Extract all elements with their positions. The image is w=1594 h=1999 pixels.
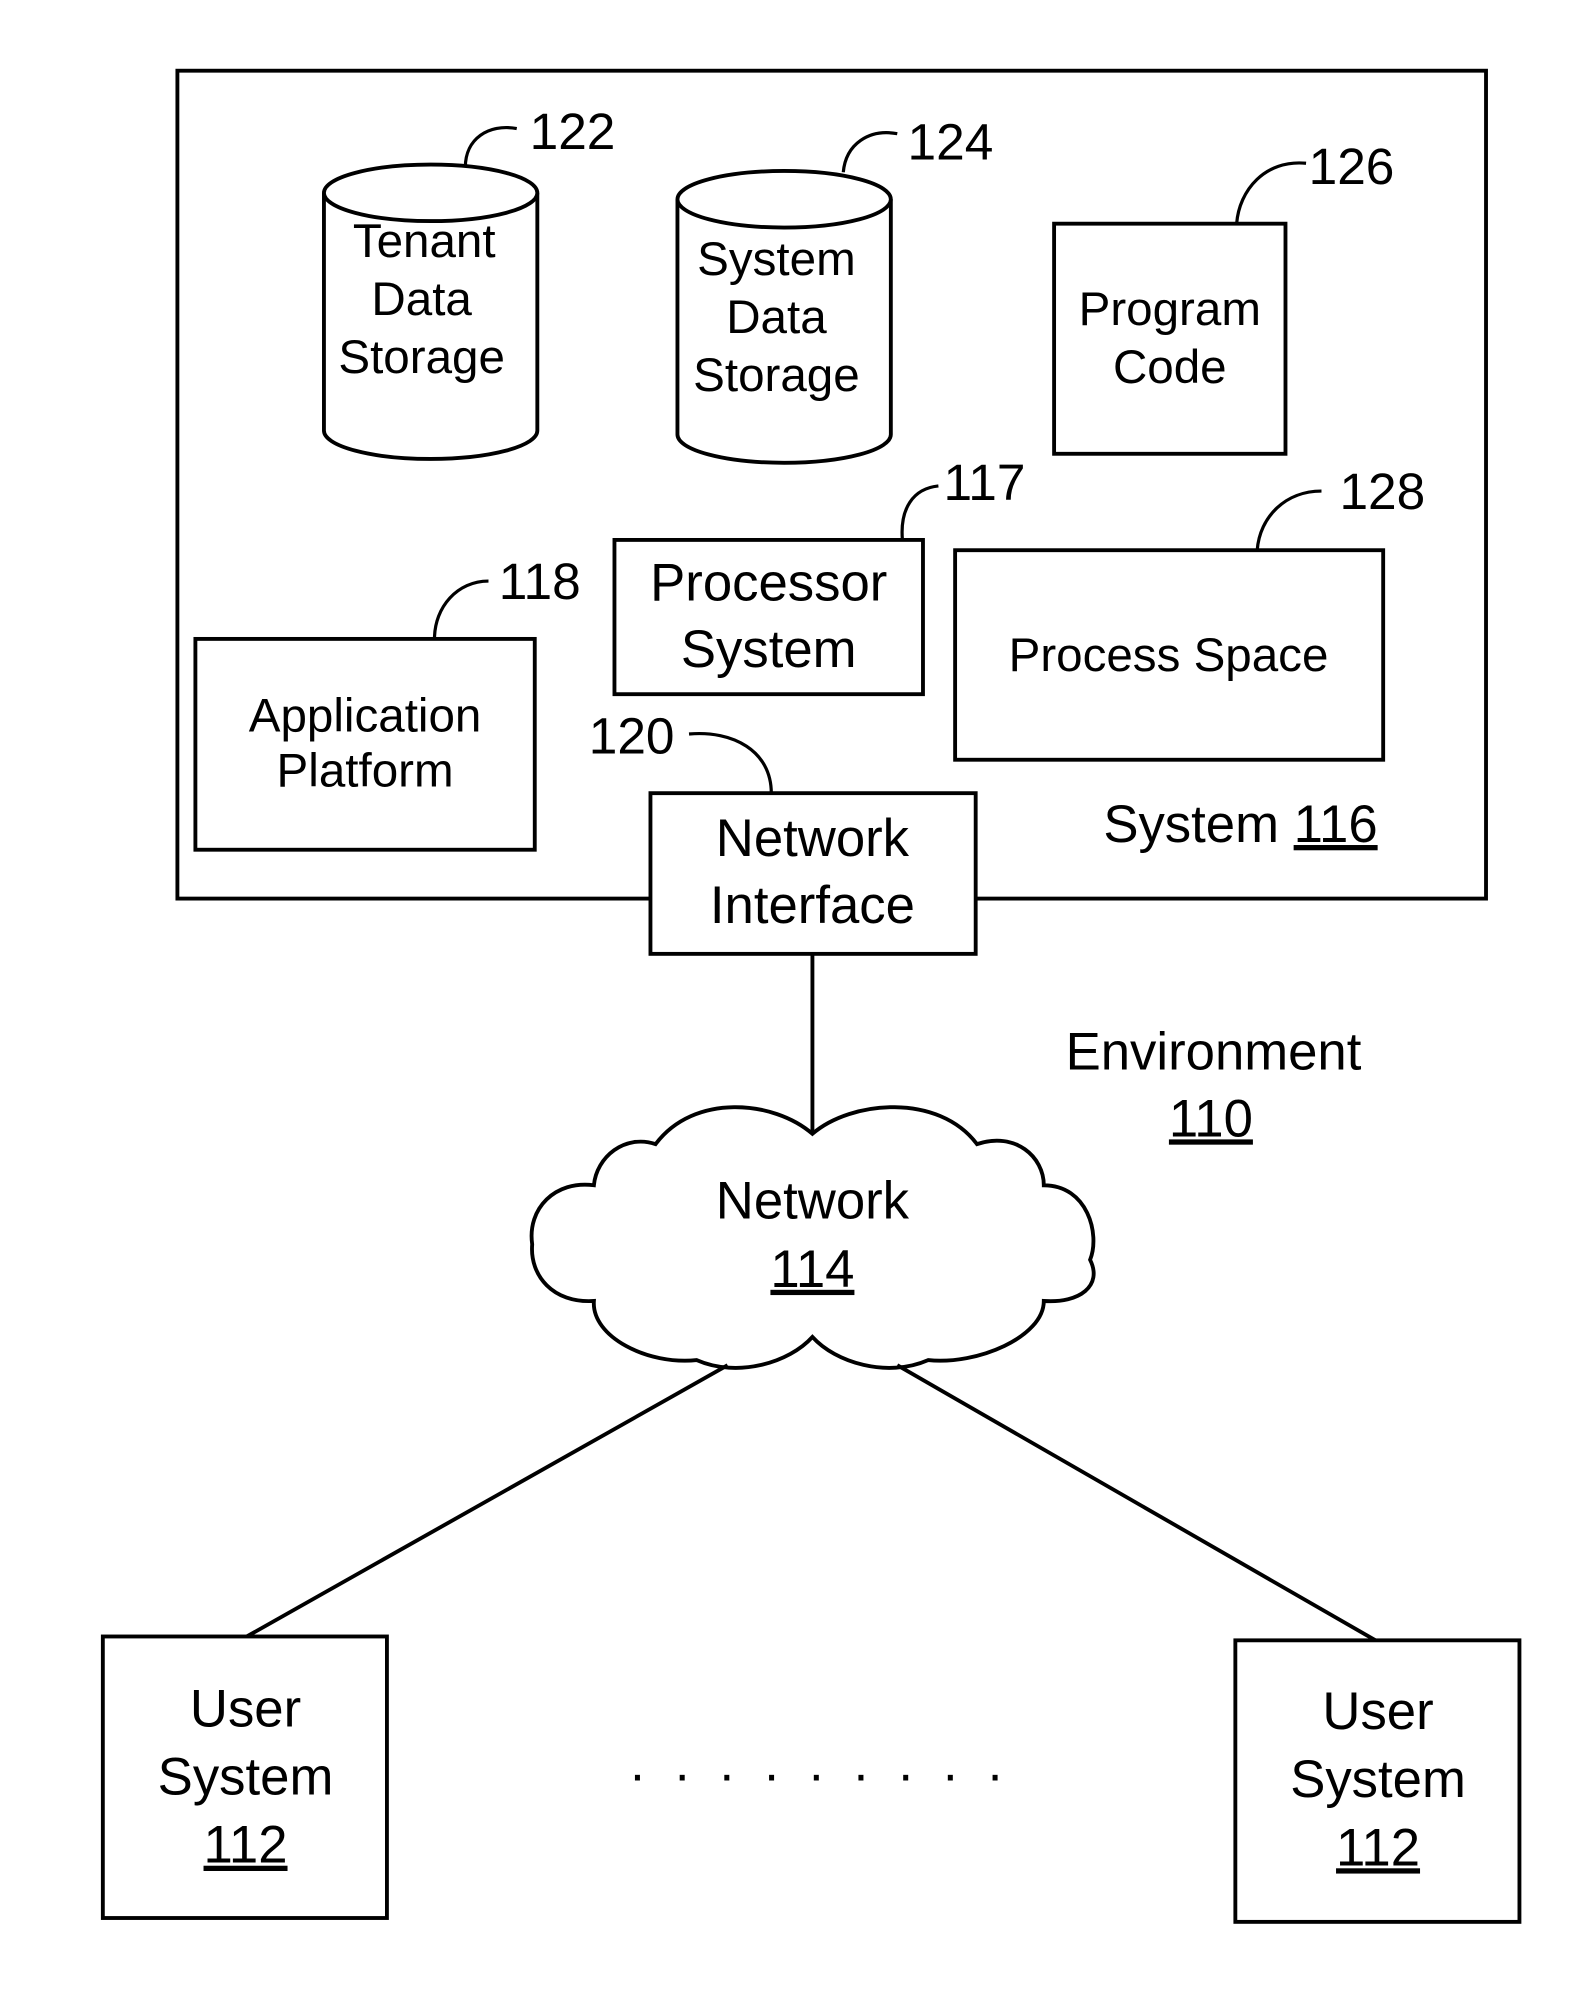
network-to-user-system-left-line <box>245 1363 729 1639</box>
user-system-left-label-line2: System <box>158 1748 334 1807</box>
processor-system-label-line1: Processor <box>650 553 887 612</box>
network-ref: 114 <box>770 1240 854 1299</box>
network-interface-label-line2: Interface <box>710 876 915 935</box>
user-system-right-label-line1: User <box>1322 1682 1433 1741</box>
system-caption-label: System <box>1103 795 1279 854</box>
tenant-label-line2: Data <box>371 273 472 326</box>
ellipsis-dots: . . . . . . . . . <box>630 1733 1010 1792</box>
system-caption-ref: 116 <box>1294 795 1378 854</box>
application-platform-ref-number: 118 <box>499 552 581 610</box>
application-platform-label-line1: Application <box>249 689 482 742</box>
user-system-right-label-line2: System <box>1290 1750 1466 1809</box>
user-system-right-ref: 112 <box>1336 1818 1420 1877</box>
process-space-label: Process Space <box>1009 629 1329 682</box>
network-cloud: Network 114 <box>529 1105 1096 1370</box>
processor-system-ref-number: 117 <box>944 453 1026 511</box>
cloud-icon <box>529 1105 1096 1370</box>
program-code-ref-number: 126 <box>1309 137 1395 195</box>
network-interface-ref-number: 120 <box>589 706 675 764</box>
system-cylinder-top <box>675 169 893 230</box>
user-system-left-ref: 112 <box>204 1816 288 1875</box>
user-system-left-label-line1: User <box>190 1679 301 1738</box>
tenant-label-line3: Storage <box>338 331 505 384</box>
network-to-user-system-right-line <box>896 1363 1377 1643</box>
system-caption: System 116 <box>1103 795 1377 854</box>
processor-system-label-line2: System <box>681 620 857 679</box>
environment-label: Environment <box>1066 1023 1362 1082</box>
network-label: Network <box>716 1172 910 1231</box>
system-storage-label-line1: System <box>697 233 856 286</box>
tenant-ref-number: 122 <box>530 102 616 160</box>
program-code-label-line2: Code <box>1113 341 1227 394</box>
application-platform-label-line2: Platform <box>277 745 454 798</box>
tenant-cylinder-top <box>322 162 540 224</box>
user-system-left: User System 112 <box>100 1634 389 1920</box>
user-system-right: User System 112 <box>1233 1638 1522 1924</box>
system-storage-label-line2: Data <box>726 291 827 344</box>
system-storage-label-line3: Storage <box>693 349 860 402</box>
tenant-label-line1: Tenant <box>353 215 496 268</box>
network-interface-label-line1: Network <box>716 809 910 868</box>
system-storage-ref-number: 124 <box>908 112 994 170</box>
environment-diagram: Tenant Data Storage 122 System Data Stor… <box>100 68 1522 1924</box>
process-space-ref-number: 128 <box>1339 462 1425 520</box>
program-code-label-line1: Program <box>1079 283 1261 336</box>
program-code-box <box>1052 221 1288 456</box>
environment-ref: 110 <box>1169 1089 1253 1148</box>
